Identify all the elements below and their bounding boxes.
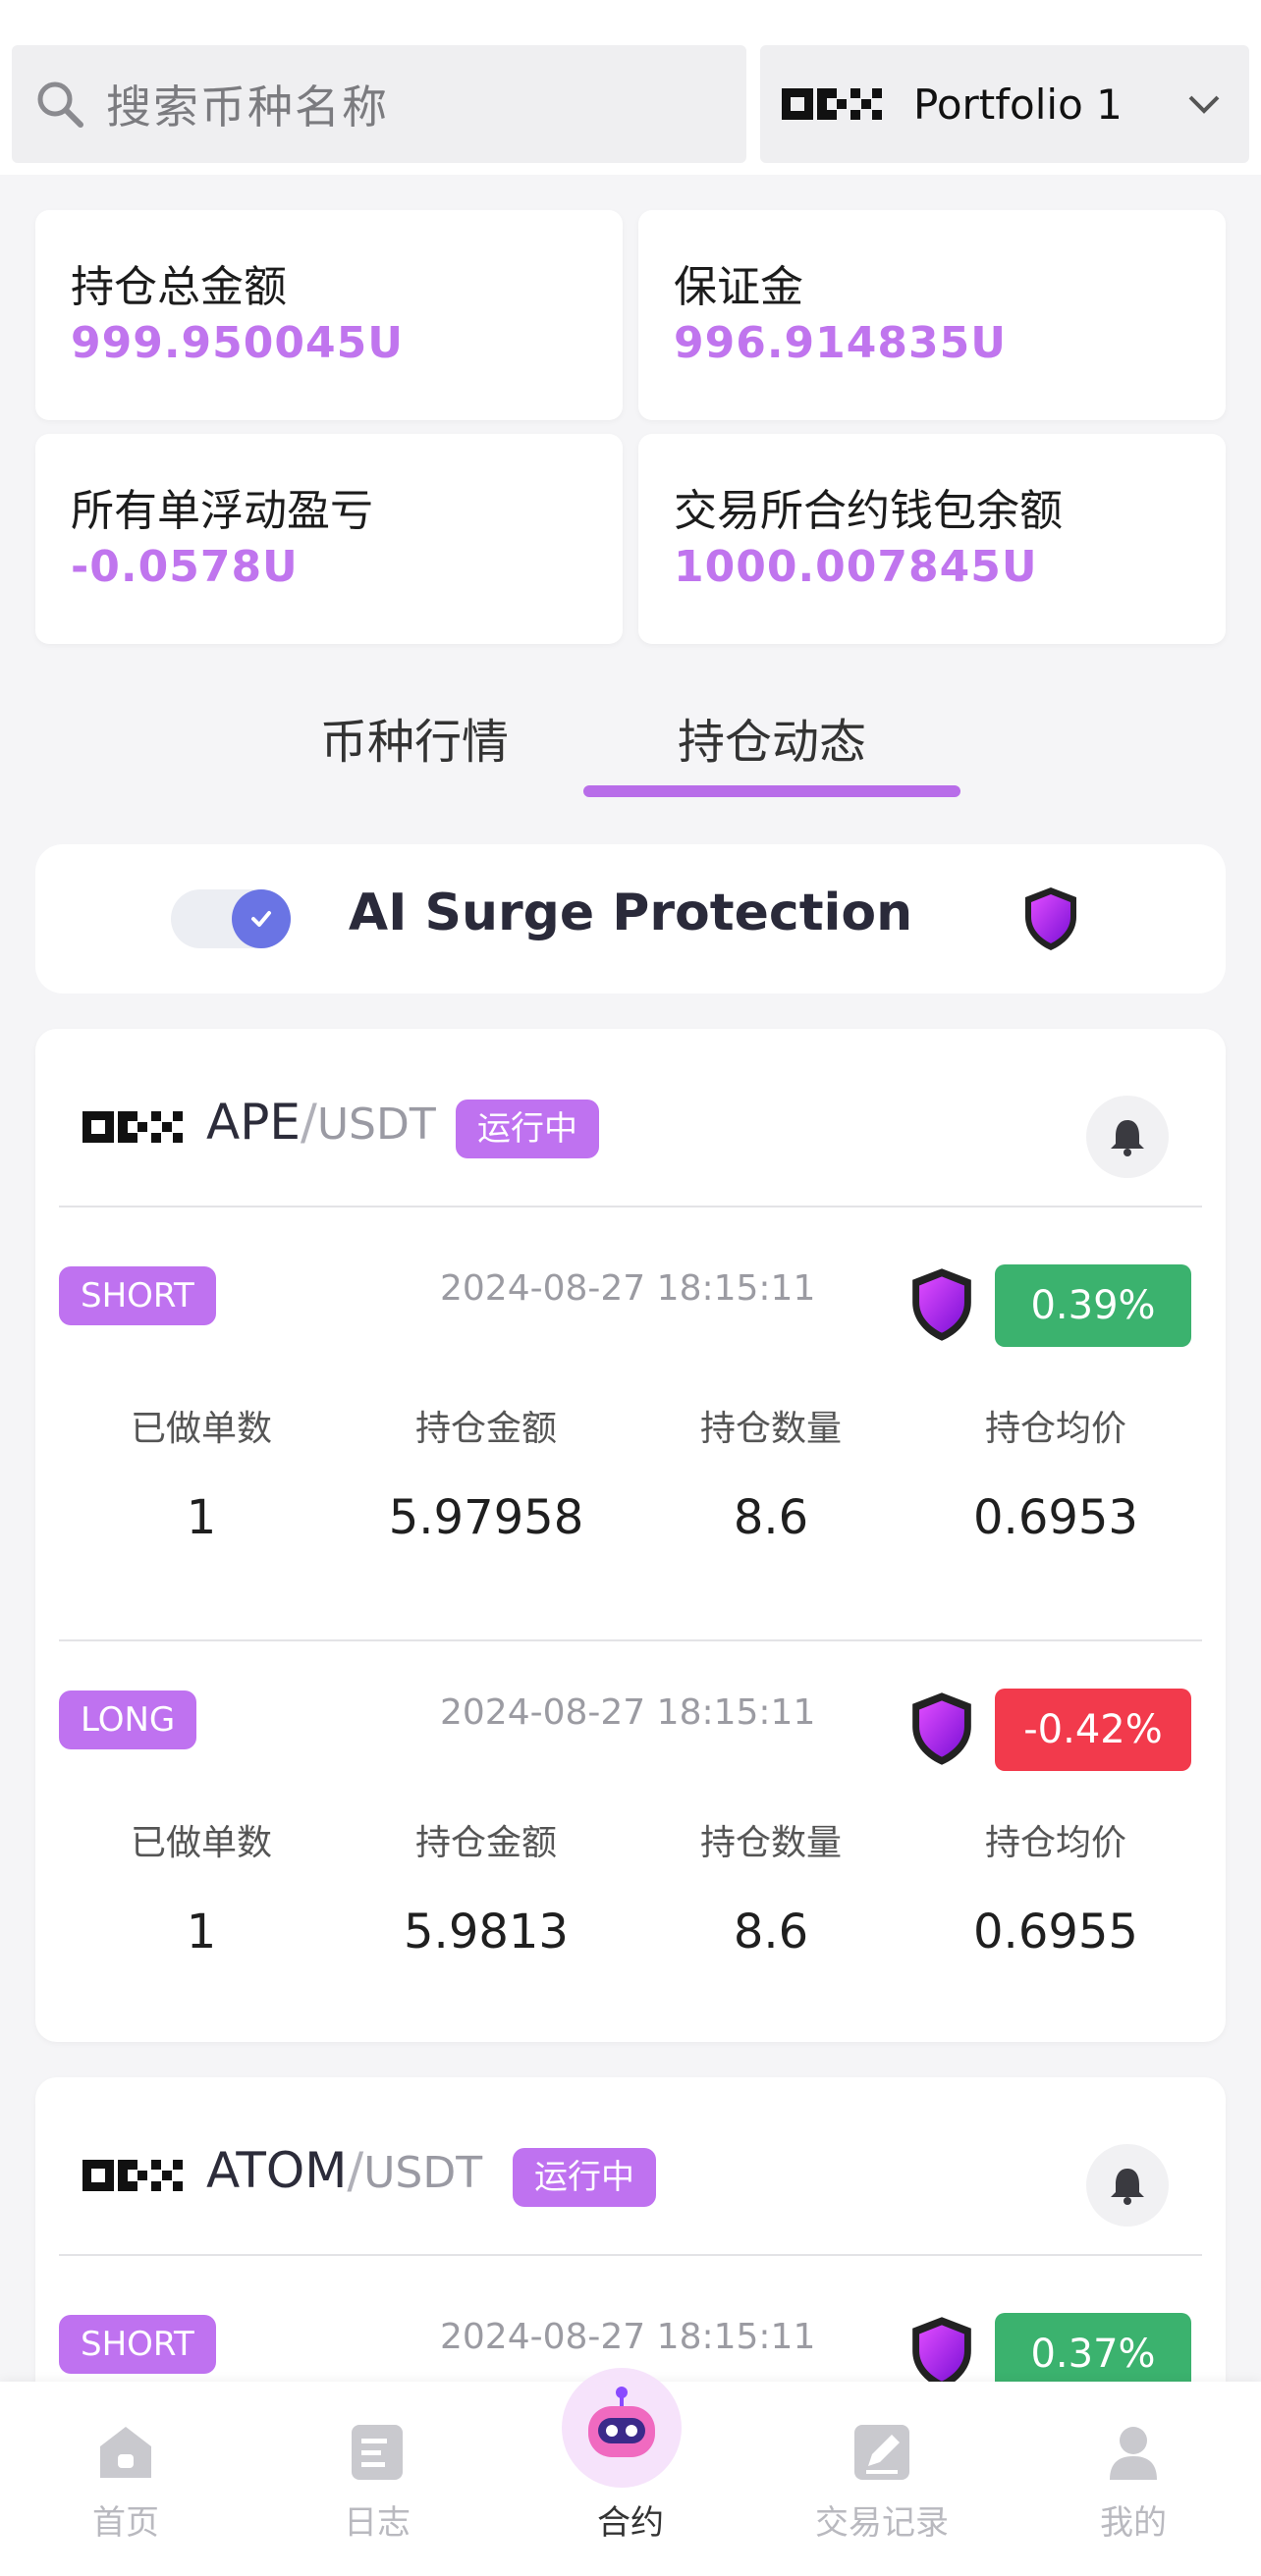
timestamp: 2024-08-27 18:15:11 xyxy=(440,1268,816,1309)
nav-item-me[interactable]: 我的 xyxy=(1025,2421,1241,2544)
side-badge: SHORT xyxy=(59,2315,216,2374)
home-icon xyxy=(100,2427,151,2478)
val-orders: 1 xyxy=(186,1490,217,1545)
position-card-ape: APE/USDT 运行中 SHORT 2024-08-27 18:15:11 0… xyxy=(35,1029,1226,2042)
side-badge: SHORT xyxy=(59,1266,216,1325)
stat-floating-pnl: 所有单浮动盈亏 -0.0578U xyxy=(35,434,623,644)
pair-name: ATOM/USDT xyxy=(206,2142,482,2199)
stat-title: 所有单浮动盈亏 xyxy=(71,486,373,536)
col-label-orders: 已做单数 xyxy=(130,1823,272,1863)
card-header: APE/USDT 运行中 xyxy=(35,1029,1226,1204)
val-avg-price: 0.6953 xyxy=(973,1490,1138,1545)
stat-value: -0.0578U xyxy=(71,542,299,592)
col-label-quantity: 持仓数量 xyxy=(699,1409,842,1449)
log-icon xyxy=(352,2425,403,2480)
stat-total-position: 持仓总金额 999.950045U xyxy=(35,210,623,420)
col-label-orders: 已做单数 xyxy=(130,1409,272,1449)
status-badge: 运行中 xyxy=(513,2148,656,2207)
edit-record-icon xyxy=(854,2425,909,2480)
pair-slash: / xyxy=(347,2142,364,2199)
val-amount: 5.9813 xyxy=(404,1905,569,1959)
nav-item-log[interactable]: 日志 xyxy=(269,2421,485,2544)
timestamp: 2024-08-27 18:15:11 xyxy=(440,1692,816,1733)
timestamp: 2024-08-27 18:15:11 xyxy=(440,2317,816,2357)
card-header: ATOM/USDT 运行中 xyxy=(35,2077,1226,2252)
nav-label: 交易记录 xyxy=(815,2503,949,2543)
bell-button[interactable] xyxy=(1086,2144,1169,2227)
pair-base: APE xyxy=(206,1094,301,1151)
tab-active-indicator xyxy=(583,785,960,797)
bell-icon xyxy=(1111,2169,1144,2205)
search-icon xyxy=(37,81,83,128)
col-label-amount: 持仓金额 xyxy=(414,1823,557,1863)
val-avg-price: 0.6955 xyxy=(973,1905,1138,1959)
divider xyxy=(59,1206,1202,1208)
stat-title: 持仓总金额 xyxy=(71,262,287,312)
pnl-percent-badge: -0.42% xyxy=(995,1689,1191,1771)
val-amount: 5.97958 xyxy=(388,1490,584,1545)
pair-quote: USDT xyxy=(316,1100,436,1150)
search-input[interactable]: 搜索币种名称 xyxy=(12,45,746,163)
col-label-quantity: 持仓数量 xyxy=(699,1823,842,1863)
col-label-avg-price: 持仓均价 xyxy=(984,1823,1126,1863)
bell-button[interactable] xyxy=(1086,1096,1169,1178)
okx-logo xyxy=(82,2160,185,2191)
divider xyxy=(59,1639,1202,1641)
shield-icon xyxy=(912,2317,971,2389)
val-orders: 1 xyxy=(186,1905,217,1959)
nav-item-home[interactable]: 首页 xyxy=(18,2421,234,2544)
nav-label: 合约 xyxy=(597,2503,664,2543)
portfolio-label: Portfolio 1 xyxy=(913,80,1123,129)
tab-positions[interactable]: 持仓动态 xyxy=(678,703,866,772)
tab-market[interactable]: 币种行情 xyxy=(320,703,509,772)
portfolio-selector[interactable]: Portfolio 1 xyxy=(760,45,1249,163)
chevron-down-icon xyxy=(1188,95,1220,114)
side-badge: LONG xyxy=(59,1690,197,1749)
top-bar: 搜索币种名称 Portfolio 1 xyxy=(0,0,1261,175)
pair-quote: USDT xyxy=(363,2148,483,2198)
search-placeholder: 搜索币种名称 xyxy=(106,80,389,134)
stat-value: 1000.007845U xyxy=(674,542,1038,592)
status-badge: 运行中 xyxy=(456,1100,599,1158)
bell-icon xyxy=(1111,1120,1144,1156)
shield-icon xyxy=(912,1268,971,1341)
okx-logo xyxy=(82,1111,185,1143)
nav-item-trade-records[interactable]: 交易记录 xyxy=(774,2421,990,2544)
pair-name: APE/USDT xyxy=(206,1094,436,1151)
stat-wallet-balance: 交易所合约钱包余额 1000.007845U xyxy=(638,434,1226,644)
pnl-percent-badge: 0.39% xyxy=(995,1264,1191,1347)
shield-icon xyxy=(1025,887,1076,950)
stat-title: 交易所合约钱包余额 xyxy=(674,486,1063,536)
nav-label: 首页 xyxy=(92,2503,159,2543)
col-label-avg-price: 持仓均价 xyxy=(984,1409,1126,1449)
ai-surge-protection-card: AI Surge Protection xyxy=(35,844,1226,993)
divider xyxy=(59,2254,1202,2256)
val-quantity: 8.6 xyxy=(733,1490,809,1545)
okx-logo xyxy=(782,88,884,120)
pair-base: ATOM xyxy=(206,2142,348,2199)
stat-value: 999.950045U xyxy=(71,318,404,368)
robot-icon[interactable] xyxy=(562,2368,682,2488)
nav-label: 日志 xyxy=(344,2503,411,2543)
app-screen: 搜索币种名称 Portfolio 1 持仓总金额 999.950045U 保证金… xyxy=(0,0,1261,2576)
stat-title: 保证金 xyxy=(674,262,803,312)
pair-slash: / xyxy=(300,1094,317,1151)
stat-margin: 保证金 996.914835U xyxy=(638,210,1226,420)
val-quantity: 8.6 xyxy=(733,1905,809,1959)
col-label-amount: 持仓金额 xyxy=(414,1409,557,1449)
user-icon xyxy=(1110,2427,1157,2480)
shield-icon xyxy=(912,1692,971,1765)
stat-value: 996.914835U xyxy=(674,318,1007,368)
nav-label: 我的 xyxy=(1100,2503,1167,2543)
